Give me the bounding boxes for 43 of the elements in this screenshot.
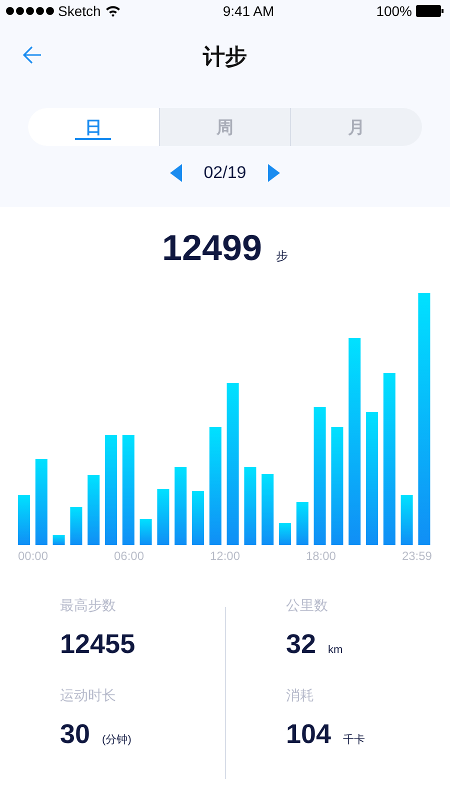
steps-unit: 步: [276, 248, 288, 265]
signal-icon: [6, 7, 54, 15]
stat-value: 104: [286, 719, 332, 750]
chart-bar: [70, 507, 82, 545]
period-tab[interactable]: 月: [290, 108, 422, 146]
carrier-name: Sketch: [58, 3, 101, 19]
chart-bar: [140, 519, 152, 545]
stat-value: 32: [286, 629, 316, 660]
date-label: 02/19: [204, 163, 246, 183]
previous-icon[interactable]: [170, 164, 182, 182]
period-tab[interactable]: 周: [158, 108, 290, 146]
wifi-icon: [104, 5, 121, 17]
next-icon[interactable]: [268, 164, 280, 182]
stat-value: 30: [60, 719, 90, 750]
chart-bar: [192, 491, 204, 545]
chart-bar: [157, 489, 170, 545]
stat-unit: km: [328, 644, 343, 656]
chart-bar: [296, 502, 308, 545]
stat-unit: 千卡: [343, 733, 366, 747]
chart-bar: [279, 523, 291, 545]
stat-label: 运动时长: [60, 687, 116, 705]
chart-bar: [262, 474, 274, 545]
period-tab[interactable]: 日: [28, 108, 159, 146]
axis-label: 00:00: [18, 549, 48, 563]
axis-label: 06:00: [114, 549, 144, 563]
stat-label: 公里数: [286, 597, 328, 615]
chart-bar: [18, 495, 30, 545]
chart-bar: [88, 475, 100, 545]
page-title: 计步: [203, 43, 247, 71]
axis-label: 18:00: [306, 549, 336, 563]
stat-unit: (分钟): [102, 733, 132, 747]
chart-bar: [52, 535, 65, 545]
total-steps: 12499: [162, 227, 262, 269]
chart-bar: [400, 495, 413, 545]
battery-icon: [416, 5, 444, 17]
back-arrow-icon[interactable]: [22, 46, 42, 64]
stat-label: 最高步数: [60, 597, 116, 615]
battery-percent: 100%: [376, 3, 412, 19]
stat-value: 12455: [60, 629, 136, 660]
axis-label: 23:59: [402, 549, 432, 563]
axis-label: 12:00: [210, 549, 240, 563]
status-time: 9:41 AM: [222, 3, 274, 19]
stat-label: 消耗: [286, 687, 314, 705]
